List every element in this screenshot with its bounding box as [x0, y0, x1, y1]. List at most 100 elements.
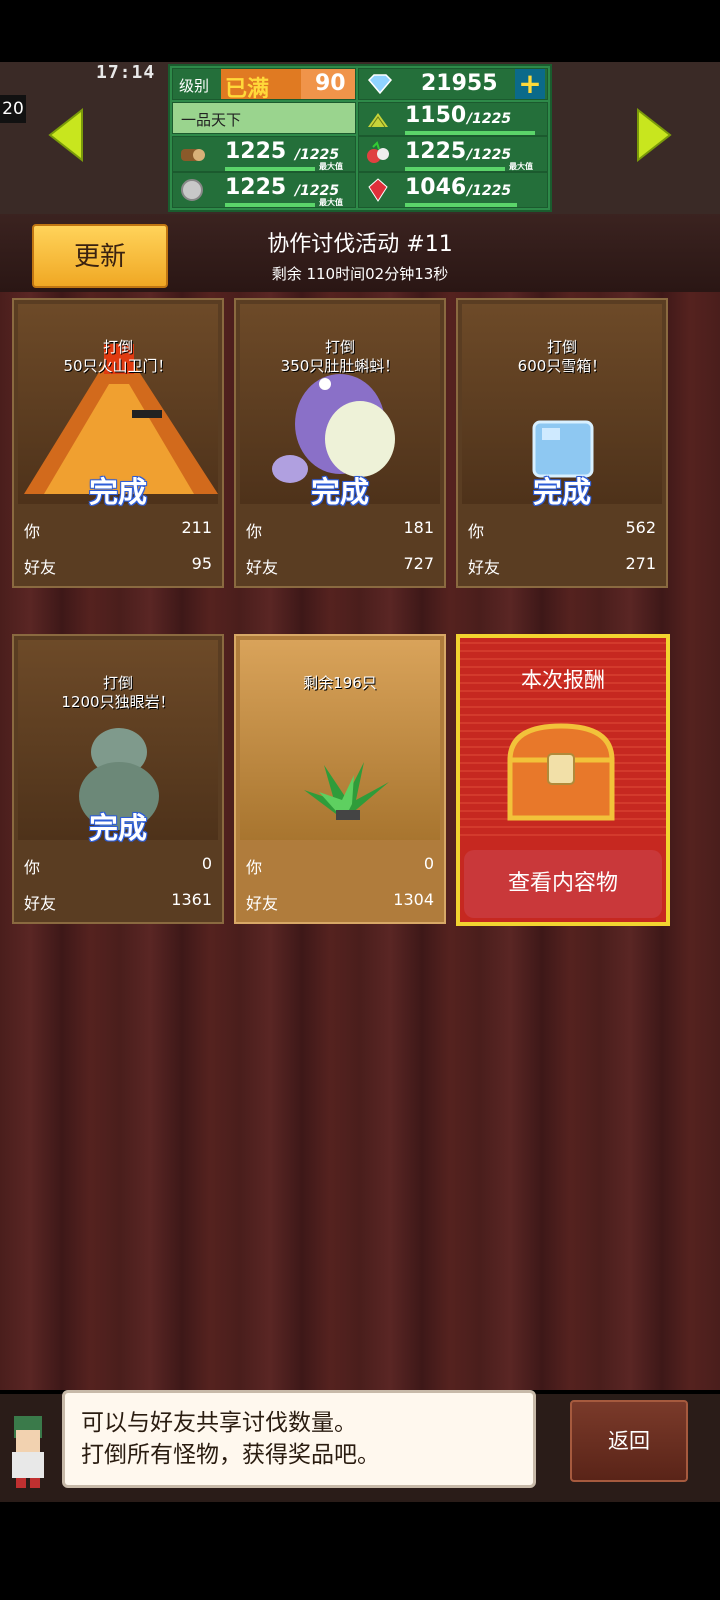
status-bar — [0, 0, 720, 62]
friend-value: 271 — [625, 554, 656, 573]
plant-monster-icon — [304, 762, 389, 820]
view-contents-button[interactable]: 查看内容物 — [464, 850, 662, 918]
card-target-desc: 600只雪箱！ — [517, 357, 607, 375]
wood-max-tag: 最大值 — [319, 162, 343, 171]
food-max-tag: 最大值 — [509, 162, 533, 171]
monster-card-rock[interactable]: 打倒 1200只独眼岩！ 完成 你0 好友 1361 — [12, 634, 224, 924]
gem-count: 21955 — [421, 71, 498, 96]
player-title: 一品天下 — [181, 111, 242, 129]
stone-value: 1225 — [225, 175, 287, 200]
wood-bar — [225, 167, 315, 171]
title-cell: 一品天下 — [172, 102, 356, 134]
friend-label: 好友 — [24, 894, 57, 913]
rank-value: 90 — [315, 71, 346, 96]
rank-cell: 级别 已满 90 — [172, 68, 356, 102]
rank-label: 级别 — [179, 77, 210, 95]
prev-arrow-button[interactable] — [46, 108, 86, 162]
reward-title: 本次报酬 — [521, 668, 605, 692]
ruby-value: 1046 — [405, 175, 467, 200]
card-target-verb: 打倒 — [546, 338, 577, 356]
chevron-left-icon — [48, 108, 83, 162]
treasure-chest-icon — [507, 723, 615, 821]
monster-card-plant[interactable]: 剩余196只 你0 好友 1304 — [234, 634, 446, 924]
monster-card-volcano[interactable]: 打倒 50只火山卫门！ 完成 你 211 好友 95 — [12, 298, 224, 588]
wood-value: 1225 — [225, 139, 287, 164]
ruby-max: /1225 — [467, 183, 512, 199]
back-button[interactable]: 返回 — [570, 1400, 688, 1482]
you-label: 你 — [24, 858, 41, 877]
grain-max: /1225 — [467, 111, 512, 127]
event-remaining-time: 剩余 110时间02分钟13秒 — [271, 265, 449, 283]
friend-value: 95 — [191, 554, 212, 573]
card-status: 完成 — [532, 475, 591, 509]
reward-card: 本次报酬 查看内容物 — [456, 634, 670, 926]
you-stat-row: 你 181 — [242, 514, 438, 544]
level-number: 20 — [0, 95, 26, 123]
friend-label: 好友 — [246, 558, 279, 577]
you-value: 181 — [403, 518, 434, 537]
card-target-verb: 打倒 — [102, 674, 133, 692]
monster-card-tadpole[interactable]: 打倒 350只肚肚蝌蚪！ 完成 你 181 好友 727 — [234, 298, 446, 588]
food-bar — [405, 167, 505, 171]
vegetables-icon — [367, 141, 389, 163]
you-label: 你 — [246, 858, 263, 877]
diamond-icon — [367, 74, 393, 95]
card-target-desc: 1200只独眼岩！ — [61, 693, 175, 711]
card-target-verb: 打倒 — [102, 338, 133, 356]
hint-speech-bubble: 可以与好友共享讨伐数量。 打倒所有怪物，获得奖品吧。 — [62, 1390, 536, 1488]
friend-stat-row: 好友 95 — [20, 550, 216, 580]
hint-line-1: 可以与好友共享讨伐数量。 — [81, 1410, 357, 1436]
grain-bar — [405, 131, 535, 135]
card-target-desc: 剩余196只 — [303, 674, 377, 692]
friend-value: 727 — [403, 554, 434, 573]
gem-cell: 21955 + — [358, 68, 548, 100]
you-stat-row: 你0 — [20, 850, 216, 880]
stone-max-tag: 最大值 — [319, 198, 343, 207]
food-max: /1225 — [467, 147, 512, 163]
friend-stat-row: 好友 1304 — [242, 886, 438, 916]
friend-stat-row: 好友 1361 — [20, 886, 216, 916]
food-value: 1225 — [405, 139, 467, 164]
you-label: 你 — [246, 522, 263, 541]
you-value: 562 — [625, 518, 656, 537]
friend-label: 好友 — [24, 558, 57, 577]
monster-card-ice[interactable]: 打倒 600只雪箱！ 完成 你 562 好友 271 — [456, 298, 668, 588]
grain-cell: 1150 /1225 — [358, 102, 548, 136]
add-gems-button[interactable]: + — [515, 69, 545, 99]
event-title: 协作讨伐活动 #11 — [267, 232, 453, 257]
hint-line-2: 打倒所有怪物，获得奖品吧。 — [81, 1442, 380, 1468]
food-cell: 1225 /1225 最大值 — [358, 136, 548, 172]
grain-icon — [368, 113, 388, 128]
you-label: 你 — [468, 522, 485, 541]
wood-cell: 1225 /1225 最大值 — [172, 136, 356, 172]
rank-status: 已满 — [225, 77, 270, 102]
friend-value: 1304 — [393, 890, 434, 909]
log-icon — [181, 149, 205, 161]
ruby-bar — [405, 203, 517, 207]
card-status: 完成 — [88, 475, 147, 509]
card-status: 完成 — [310, 475, 369, 509]
next-arrow-button[interactable] — [634, 108, 674, 162]
card-target-desc: 350只肚肚蝌蚪！ — [280, 357, 400, 375]
friend-stat-row: 好友 727 — [242, 550, 438, 580]
you-value: 0 — [423, 854, 434, 873]
you-stat-row: 你 562 — [464, 514, 660, 544]
stone-bar — [225, 203, 315, 207]
grain-value: 1150 — [405, 103, 467, 128]
stone-cell: 1225 /1225 最大值 — [172, 172, 356, 208]
you-value: 211 — [181, 518, 212, 537]
card-target-desc: 50只火山卫门！ — [63, 357, 173, 375]
friend-label: 好友 — [468, 558, 501, 577]
ruby-icon — [368, 178, 388, 202]
friend-stat-row: 好友 271 — [464, 550, 660, 580]
card-status: 完成 — [88, 811, 147, 845]
you-value: 0 — [201, 854, 212, 873]
card-target-verb: 打倒 — [324, 338, 355, 356]
friend-value: 1361 — [171, 890, 212, 909]
update-button[interactable]: 更新 — [32, 224, 168, 288]
you-stat-row: 你 211 — [20, 514, 216, 544]
ore-icon — [181, 179, 203, 201]
guide-character-avatar — [12, 1416, 44, 1488]
clock-text: 17:14 — [96, 62, 156, 83]
you-stat-row: 你0 — [242, 850, 438, 880]
